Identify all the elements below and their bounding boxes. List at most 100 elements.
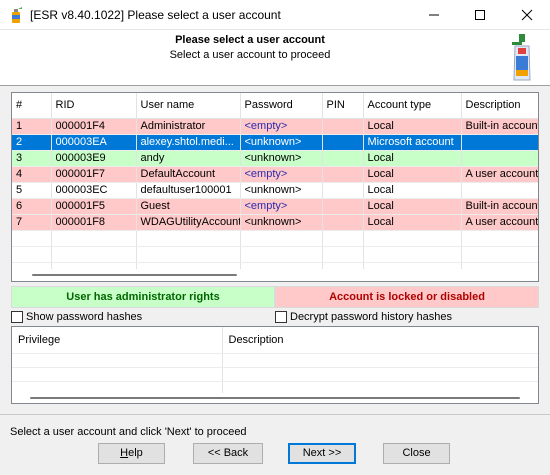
cell-number: 4 <box>12 166 52 183</box>
cell-account-type: Local <box>363 150 462 167</box>
empty-row <box>12 246 538 263</box>
page-title: Please select a user account <box>175 34 325 46</box>
cell-description: Built-in account <box>461 198 538 215</box>
page-subtitle: Select a user account to proceed <box>169 49 331 61</box>
footer-divider <box>0 414 550 415</box>
cell-pin <box>322 150 364 167</box>
cell-number: 1 <box>12 118 52 135</box>
account-row-administrator[interactable]: 1 000001F4 Administrator <empty> Local B… <box>12 118 538 135</box>
close-button[interactable]: Close <box>383 443 450 464</box>
column-header-user-name[interactable]: User name <box>136 93 241 119</box>
cell-user-name: WDAGUtilityAccount <box>136 214 241 231</box>
cell-user-name: DefaultAccount <box>136 166 241 183</box>
cell-description <box>461 182 538 199</box>
accounts-horizontal-scrollbar[interactable] <box>12 269 538 281</box>
wizard-header: Please select a user account Select a us… <box>0 30 550 86</box>
cell-account-type: Local <box>363 166 462 183</box>
cell-rid: 000003EC <box>51 182 137 199</box>
column-header-password[interactable]: Password <box>240 93 323 119</box>
cell-description: Built-in account <box>461 118 538 135</box>
minimize-button[interactable] <box>411 0 457 30</box>
legend-admin-rights: User has administrator rights <box>11 286 275 308</box>
cell-rid: 000001F8 <box>51 214 137 231</box>
column-header-description[interactable]: Description <box>461 93 538 119</box>
cell-user-name: Administrator <box>136 118 241 135</box>
cell-account-type: Local <box>363 198 462 215</box>
show-password-hashes-checkbox[interactable]: Show password hashes <box>11 311 142 323</box>
cell-user-name: andy <box>136 150 241 167</box>
checkbox-label: Decrypt password history hashes <box>290 311 453 323</box>
user-accounts-list[interactable]: # RID User name Password PIN Account typ… <box>11 92 539 282</box>
column-header-priv-description[interactable]: Description <box>222 327 538 354</box>
cell-account-type: Local <box>363 214 462 231</box>
account-row-andy[interactable]: 3 000003E9 andy <unknown> Local <box>12 150 538 167</box>
cell-user-name: alexey.shtol.medi... <box>136 134 241 151</box>
checkbox-box[interactable] <box>275 311 287 323</box>
close-icon <box>521 9 533 21</box>
cell-rid: 000001F4 <box>51 118 137 135</box>
cell-password: <unknown> <box>240 134 323 151</box>
cell-rid: 000001F7 <box>51 166 137 183</box>
cell-description: A user account m <box>461 166 538 183</box>
minimize-icon <box>429 14 439 16</box>
account-row-wdagutilityaccount[interactable]: 7 000001F8 WDAGUtilityAccount <unknown> … <box>12 214 538 231</box>
column-header-privilege[interactable]: Privilege <box>12 327 223 354</box>
account-row-alexey-selected[interactable]: 2 000003EA alexey.shtol.medi... <unknown… <box>12 134 538 151</box>
empty-row <box>12 367 538 382</box>
cell-password: <unknown> <box>240 182 323 199</box>
cell-rid: 000003E9 <box>51 150 137 167</box>
cell-number: 6 <box>12 198 52 215</box>
column-header-pin[interactable]: PIN <box>322 93 364 119</box>
maximize-button[interactable] <box>457 0 503 30</box>
account-row-defaultaccount[interactable]: 4 000001F7 DefaultAccount <empty> Local … <box>12 166 538 183</box>
cell-rid: 000003EA <box>51 134 137 151</box>
cell-pin <box>322 182 364 199</box>
cell-description: A user account m <box>461 214 538 231</box>
checkbox-box[interactable] <box>11 311 23 323</box>
accounts-table: # RID User name Password PIN Account typ… <box>12 93 538 279</box>
cell-number: 5 <box>12 182 52 199</box>
cell-number: 7 <box>12 214 52 231</box>
help-button[interactable]: Help <box>98 443 165 464</box>
cell-user-name: defaultuser100001 <box>136 182 241 199</box>
close-window-button[interactable] <box>504 0 550 30</box>
window-title: [ESR v8.40.1022] Please select a user ac… <box>30 8 281 22</box>
cell-description <box>461 134 538 151</box>
privileges-list[interactable]: Privilege Description <box>11 326 539 404</box>
legend-locked-disabled: Account is locked or disabled <box>275 286 539 308</box>
cell-pin <box>322 214 364 231</box>
privileges-header-row: Privilege Description <box>12 327 538 354</box>
status-message: Select a user account and click 'Next' t… <box>10 426 247 438</box>
help-button-label: elp <box>128 447 143 459</box>
cell-account-type: Local <box>363 118 462 135</box>
cell-password: <unknown> <box>240 214 323 231</box>
next-button[interactable]: Next >> <box>288 443 356 464</box>
scrollbar-thumb[interactable] <box>30 397 520 399</box>
column-header-rid[interactable]: RID <box>51 93 137 119</box>
decrypt-history-hashes-checkbox[interactable]: Decrypt password history hashes <box>275 311 452 323</box>
back-button[interactable]: << Back <box>193 443 263 464</box>
empty-row <box>12 353 538 368</box>
privileges-table: Privilege Description <box>12 327 538 396</box>
cell-account-type: Local <box>363 182 462 199</box>
spray-bottle-icon <box>512 34 531 81</box>
cell-pin <box>322 118 364 135</box>
account-row-defaultuser100001[interactable]: 5 000003EC defaultuser100001 <unknown> L… <box>12 182 538 199</box>
column-header-number[interactable]: # <box>12 93 52 119</box>
cell-number: 3 <box>12 150 52 167</box>
cell-pin <box>322 166 364 183</box>
account-row-guest[interactable]: 6 000001F5 Guest <empty> Local Built-in … <box>12 198 538 215</box>
maximize-icon <box>475 10 485 20</box>
accounts-header-row: # RID User name Password PIN Account typ… <box>12 93 538 119</box>
cell-rid: 000001F5 <box>51 198 137 215</box>
privileges-horizontal-scrollbar[interactable] <box>12 393 538 403</box>
cell-password: <empty> <box>240 166 323 183</box>
title-bar: [ESR v8.40.1022] Please select a user ac… <box>0 0 550 30</box>
column-header-account-type[interactable]: Account type <box>363 93 462 119</box>
scrollbar-thumb[interactable] <box>32 274 237 276</box>
cell-description <box>461 150 538 167</box>
checkbox-label: Show password hashes <box>26 311 143 323</box>
cell-password: <empty> <box>240 118 323 135</box>
cell-user-name: Guest <box>136 198 241 215</box>
cell-pin <box>322 198 364 215</box>
